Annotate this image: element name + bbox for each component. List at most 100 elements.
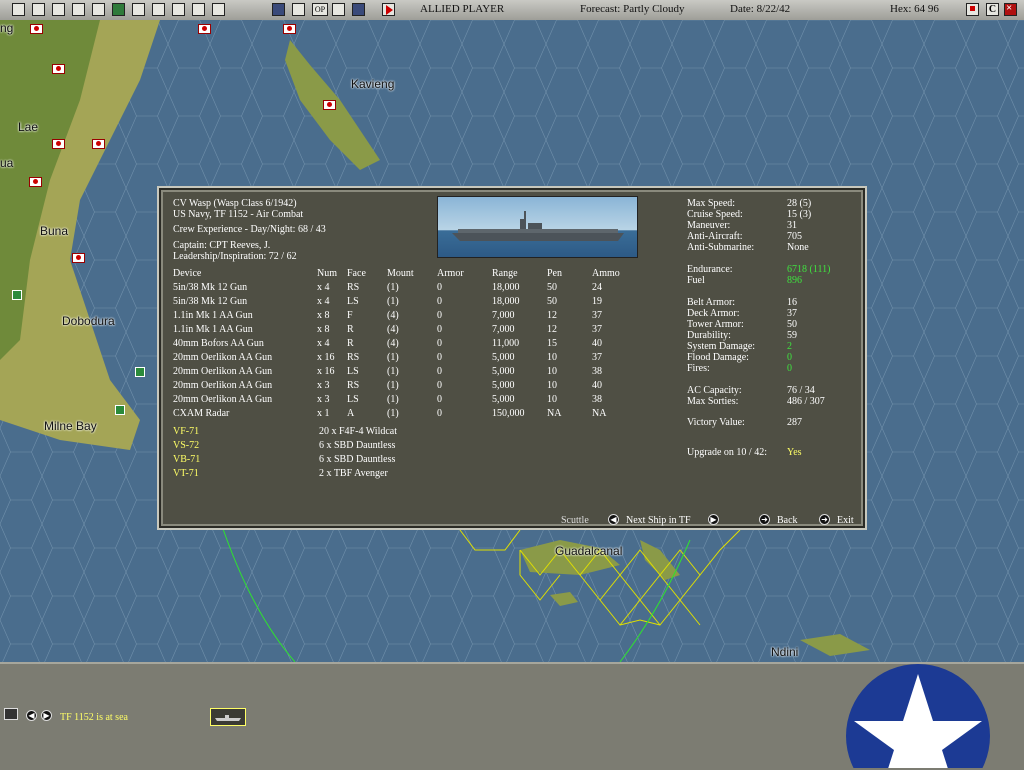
ship-class-icon[interactable] <box>210 708 246 726</box>
japanese-base-icon[interactable] <box>52 64 65 74</box>
japanese-base-icon[interactable] <box>198 24 211 34</box>
exit-arrow-icon[interactable]: ➜ <box>819 514 830 525</box>
menu-button-14[interactable] <box>332 3 345 16</box>
place-dobodura: Dobodura <box>62 314 115 328</box>
device-cell: x 8 <box>317 310 330 321</box>
col-ammo: Ammo <box>592 268 620 279</box>
device-cell: (1) <box>387 408 399 419</box>
device-cell: 0 <box>437 366 442 377</box>
next-tf-button[interactable]: ▶ <box>41 710 52 721</box>
leadership: Leadership/Inspiration: 72 / 62 <box>173 251 297 262</box>
device-cell: x 8 <box>317 324 330 335</box>
squadron-name[interactable]: VS-72 <box>173 440 199 451</box>
menu-button-4[interactable] <box>72 3 85 16</box>
device-cell: CXAM Radar <box>173 408 230 419</box>
device-cell: 0 <box>437 394 442 405</box>
prev-ship-button[interactable]: ◀ <box>608 514 619 525</box>
device-cell: 10 <box>547 394 557 405</box>
squadron-name[interactable]: VF-71 <box>173 426 199 437</box>
japanese-base-icon[interactable] <box>30 24 43 34</box>
menu-button-5[interactable] <box>92 3 105 16</box>
device-cell: RS <box>347 380 360 391</box>
menu-button-15[interactable] <box>352 3 365 16</box>
menu-button-9[interactable] <box>172 3 185 16</box>
device-cell: x 3 <box>317 394 330 405</box>
stat-max-speed: 28 (5) <box>787 198 812 209</box>
squadron-row[interactable]: VT-71 2 x TBF Avenger <box>159 468 629 482</box>
stat-deck-armor: 37 <box>787 308 797 319</box>
squadron-name[interactable]: VB-71 <box>173 454 200 465</box>
device-cell: 12 <box>547 310 557 321</box>
upgrade-link[interactable]: Yes <box>787 447 802 458</box>
squadron-aircraft: 20 x F4F-4 Wildcat <box>319 426 398 437</box>
stat-belt-armor: 16 <box>787 297 797 308</box>
globe-icon[interactable] <box>292 3 305 16</box>
device-cell: 20mm Oerlikon AA Gun <box>173 380 273 391</box>
captain-name[interactable]: Captain: CPT Reeves, J. <box>173 240 270 251</box>
device-row: 20mm Oerlikon AA Gun x 16 RS (1) 0 5,000 10 37 <box>159 352 629 366</box>
op-button[interactable]: OP <box>312 3 328 16</box>
squadron-row[interactable]: VB-71 6 x SBD Dauntless <box>159 454 629 468</box>
device-cell: 5,000 <box>492 352 515 363</box>
stat-maneuver: 31 <box>787 220 797 231</box>
japanese-base-icon[interactable] <box>92 139 105 149</box>
japanese-base-icon[interactable] <box>323 100 336 110</box>
stat-label: Upgrade on 10 / 42: <box>687 447 767 458</box>
stat-label: Fuel <box>687 275 705 286</box>
col-device: Device <box>173 268 202 279</box>
device-cell: 37 <box>592 324 602 335</box>
hex-label: Hex: 64 96 <box>890 3 939 15</box>
stat-cruise-speed: 15 (3) <box>787 209 812 220</box>
japanese-base-icon[interactable] <box>29 177 42 187</box>
device-row: CXAM Radar x 1 A (1) 0 150,000 NA NA <box>159 408 629 422</box>
back-button[interactable]: Back <box>777 515 798 526</box>
squadron-row[interactable]: VF-71 20 x F4F-4 Wildcat <box>159 426 629 440</box>
place-ndini: Ndini <box>771 645 799 659</box>
device-cell: 20mm Oerlikon AA Gun <box>173 352 273 363</box>
menu-button-6[interactable] <box>112 3 125 16</box>
device-row: 20mm Oerlikon AA Gun x 3 LS (1) 0 5,000 10 38 <box>159 394 629 408</box>
place-edge-ng: ng <box>0 21 14 35</box>
scuttle-button[interactable]: Scuttle <box>561 515 589 526</box>
japanese-base-icon[interactable] <box>283 24 296 34</box>
menu-button-7[interactable] <box>132 3 145 16</box>
device-row: 40mm Bofors AA Gun x 4 R (4) 0 11,000 15 40 <box>159 338 629 352</box>
menu-button-8[interactable] <box>152 3 165 16</box>
stat-label: Flood Damage: <box>687 352 749 363</box>
player-label: ALLIED PLAYER <box>420 3 505 15</box>
play-icon[interactable] <box>382 3 395 16</box>
stat-system-damage: 2 <box>787 341 792 352</box>
device-cell: 40 <box>592 338 602 349</box>
c-button[interactable]: C <box>986 3 999 16</box>
device-cell: 1.1in Mk 1 AA Gun <box>173 324 253 335</box>
exit-button[interactable]: Exit <box>837 515 854 526</box>
close-icon[interactable]: × <box>1004 2 1017 16</box>
allied-airfield-icon[interactable] <box>12 290 22 300</box>
col-range: Range <box>492 268 518 279</box>
col-pen: Pen <box>547 268 562 279</box>
device-cell: 38 <box>592 394 602 405</box>
allied-airfield-icon[interactable] <box>135 367 145 377</box>
place-lae: Lae <box>18 120 39 134</box>
ship-name: CV Wasp (Wasp Class 6/1942) <box>173 198 297 209</box>
next-ship-button[interactable]: ▶ <box>708 514 719 525</box>
allied-airfield-icon[interactable] <box>115 405 125 415</box>
menu-button-3[interactable] <box>52 3 65 16</box>
squadron-row[interactable]: VS-72 6 x SBD Dauntless <box>159 440 629 454</box>
menu-button-10[interactable] <box>192 3 205 16</box>
device-cell: 0 <box>437 282 442 293</box>
menu-button-2[interactable] <box>32 3 45 16</box>
flag-icon[interactable] <box>966 3 979 16</box>
japanese-base-icon[interactable] <box>72 253 85 263</box>
menu-button-1[interactable] <box>12 3 25 16</box>
place-milne-bay: Milne Bay <box>44 419 97 433</box>
tf-list-icon[interactable] <box>4 708 18 720</box>
squadron-name[interactable]: VT-71 <box>173 468 199 479</box>
back-arrow-icon[interactable]: ➜ <box>759 514 770 525</box>
menu-button-12[interactable] <box>272 3 285 16</box>
stat-label: Endurance: <box>687 264 733 275</box>
device-cell: F <box>347 310 353 321</box>
japanese-base-icon[interactable] <box>52 139 65 149</box>
menu-button-11[interactable] <box>212 3 225 16</box>
prev-tf-button[interactable]: ◀ <box>26 710 37 721</box>
